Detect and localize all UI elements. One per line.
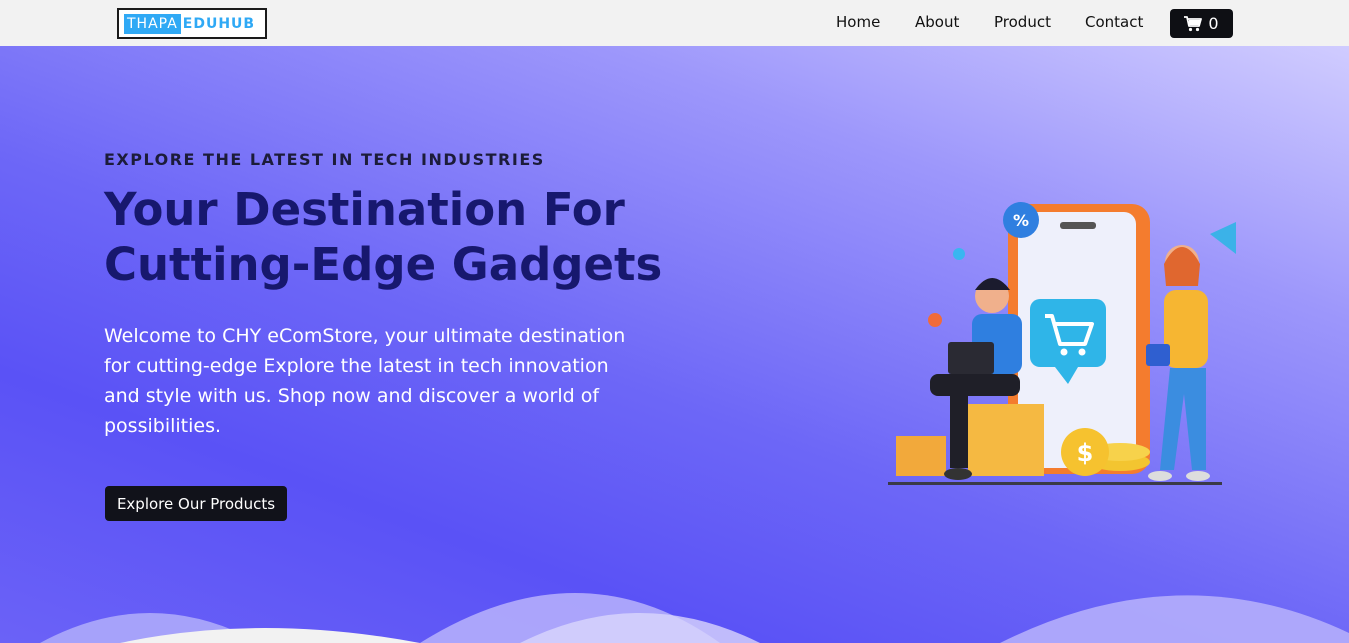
nav-contact[interactable]: Contact	[1085, 13, 1143, 31]
navbar: THAPA EDUHUB Home About Product Contact …	[0, 0, 1349, 46]
logo-text-thapa: THAPA	[124, 13, 181, 34]
logo-text-eduhub: EDUHUB	[182, 15, 256, 32]
cart-count: 0	[1208, 14, 1219, 33]
explore-products-button[interactable]: Explore Our Products	[105, 486, 287, 521]
cart-icon	[1184, 15, 1203, 31]
hero-section: EXPLORE THE LATEST IN TECH INDUSTRIES Yo…	[0, 46, 1349, 643]
nav-product[interactable]: Product	[994, 13, 1051, 31]
nav-home[interactable]: Home	[836, 13, 880, 31]
shopping-illustration: % $	[888, 202, 1236, 485]
hero-description: Welcome to CHY eComStore, your ultimate …	[104, 325, 626, 437]
brand-logo[interactable]: THAPA EDUHUB	[117, 8, 267, 39]
svg-text:$: $	[1077, 439, 1094, 467]
hero-title: Your Destination For Cutting-Edge Gadget…	[104, 183, 663, 291]
hero-subtitle: EXPLORE THE LATEST IN TECH INDUSTRIES	[104, 150, 545, 169]
bottom-wave-decoration	[40, 593, 1349, 643]
nav-about[interactable]: About	[915, 13, 959, 31]
cart-button[interactable]: 0	[1170, 9, 1233, 38]
svg-text:%: %	[1013, 211, 1029, 230]
